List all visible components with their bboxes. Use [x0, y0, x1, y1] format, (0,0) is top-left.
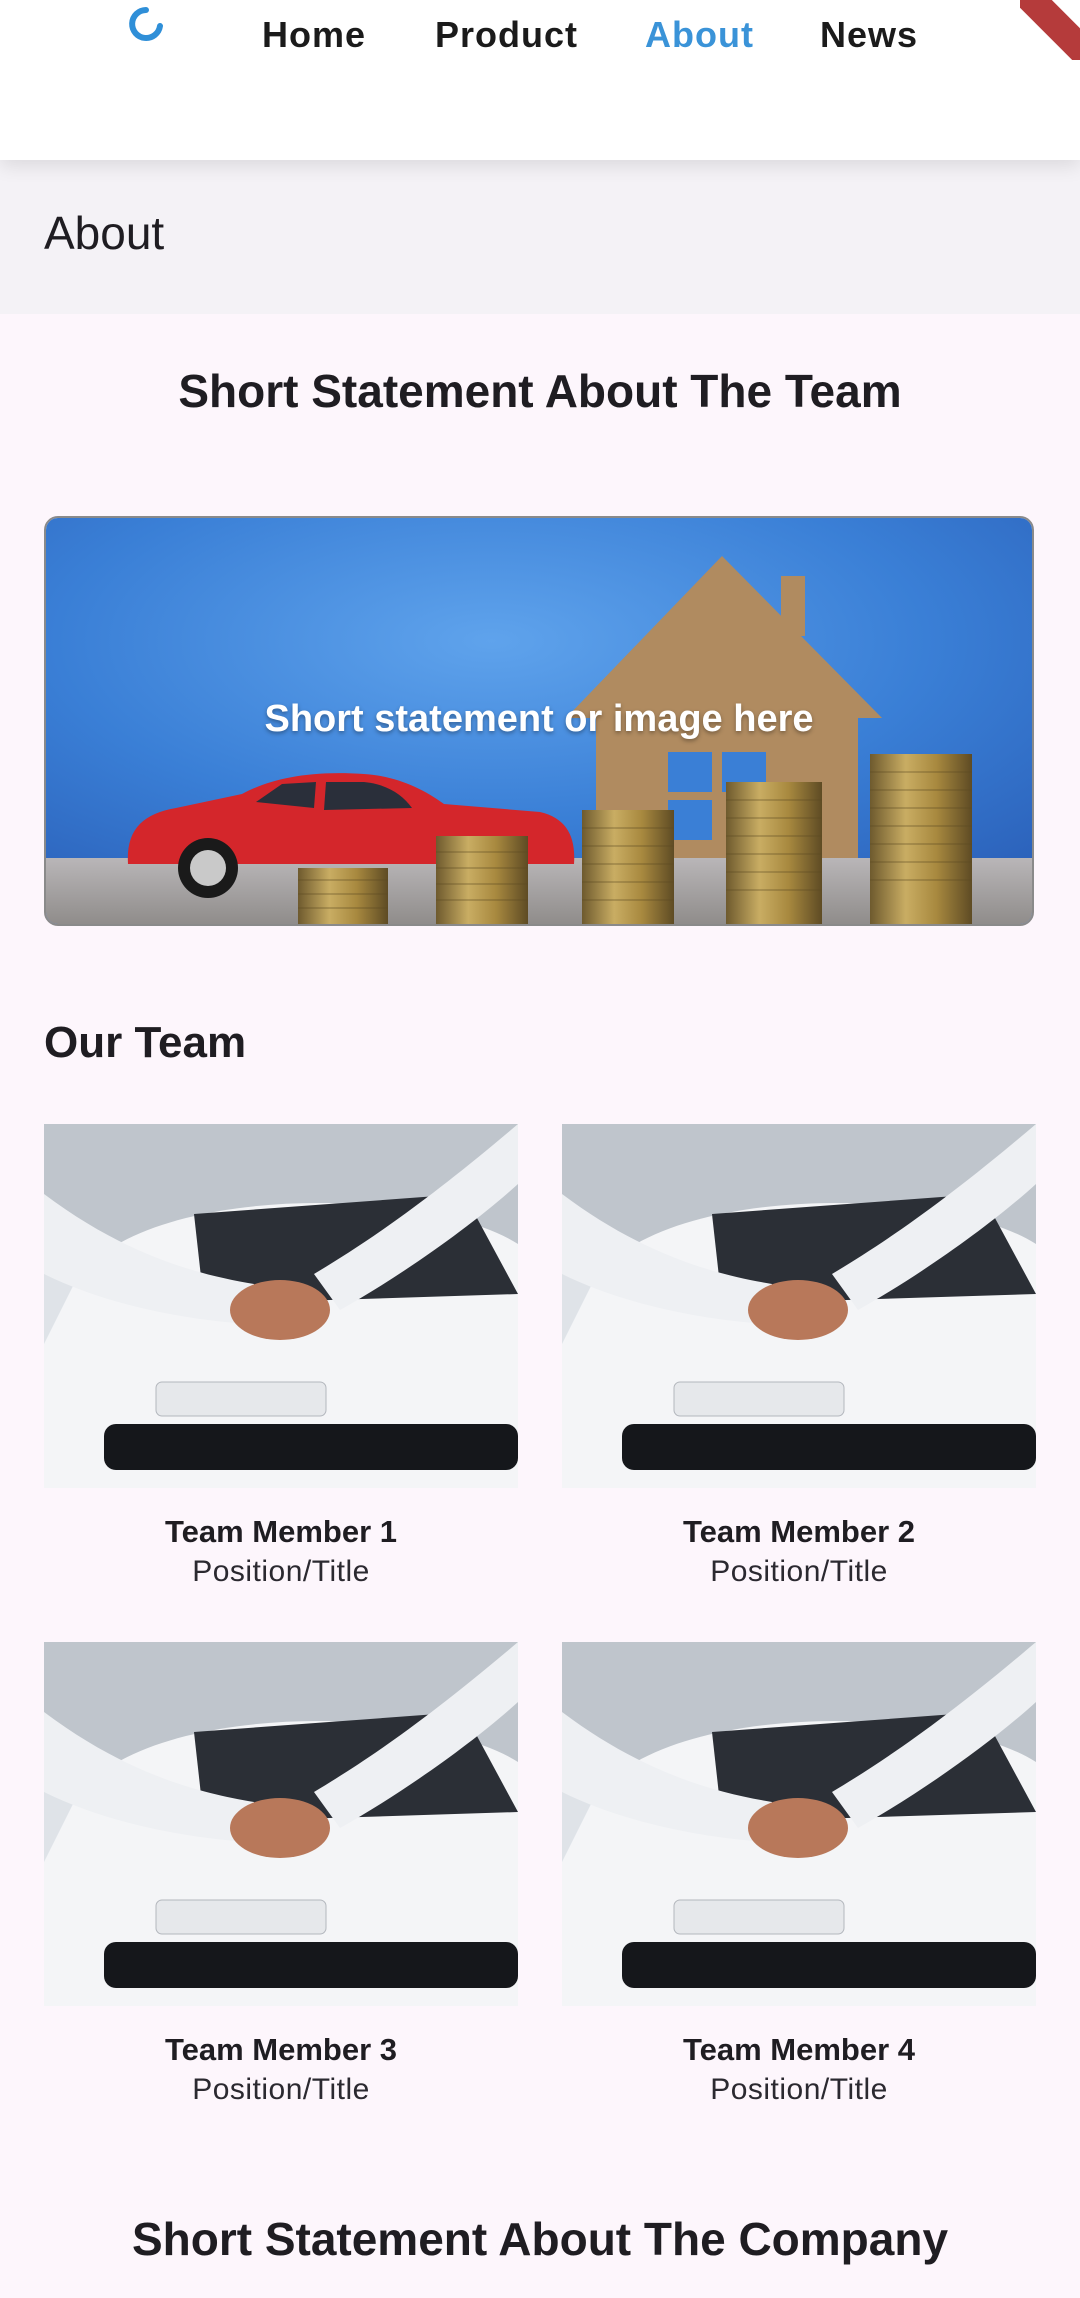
team-member-card[interactable]: Team Member 2 Position/Title [562, 1124, 1036, 1592]
page-header: About [0, 160, 1080, 314]
team-member-photo [562, 1124, 1036, 1488]
corner-ribbon [1020, 0, 1080, 60]
top-navigation: Home Product About News [0, 0, 1080, 160]
team-member-name: Team Member 3 [164, 2032, 397, 2067]
team-member-name: Team Member 2 [682, 1514, 915, 1549]
team-member-position: Position/Title [710, 2073, 888, 2106]
hero-statement: Short statement or image here [264, 698, 814, 740]
team-statement-heading: Short Statement About The Team [178, 365, 902, 417]
team-member-card[interactable]: Team Member 1 Position/Title [44, 1124, 518, 1592]
team-member-photo [44, 1642, 518, 2006]
team-member-position: Position/Title [710, 1555, 888, 1588]
team-member-name: Team Member 1 [164, 1514, 397, 1549]
logo-icon[interactable] [128, 6, 164, 42]
team-member-card[interactable]: Team Member 4 Position/Title [562, 1642, 1036, 2110]
nav-product[interactable]: Product [435, 10, 578, 60]
team-member-photo [562, 1642, 1036, 2006]
page-title: About [44, 207, 165, 259]
team-member-position: Position/Title [192, 1555, 370, 1588]
our-team-heading: Our Team [44, 1018, 247, 1067]
team-member-position: Position/Title [192, 2073, 370, 2106]
nav-home[interactable]: Home [262, 10, 366, 60]
team-member-name: Team Member 4 [682, 2032, 915, 2067]
company-statement-heading: Short Statement About The Company [131, 2213, 949, 2265]
nav-about[interactable]: About [645, 10, 754, 60]
nav-news[interactable]: News [820, 10, 918, 60]
hero-banner: Short statement or image here [44, 516, 1034, 926]
team-member-photo [44, 1124, 518, 1488]
team-member-card[interactable]: Team Member 3 Position/Title [44, 1642, 518, 2110]
